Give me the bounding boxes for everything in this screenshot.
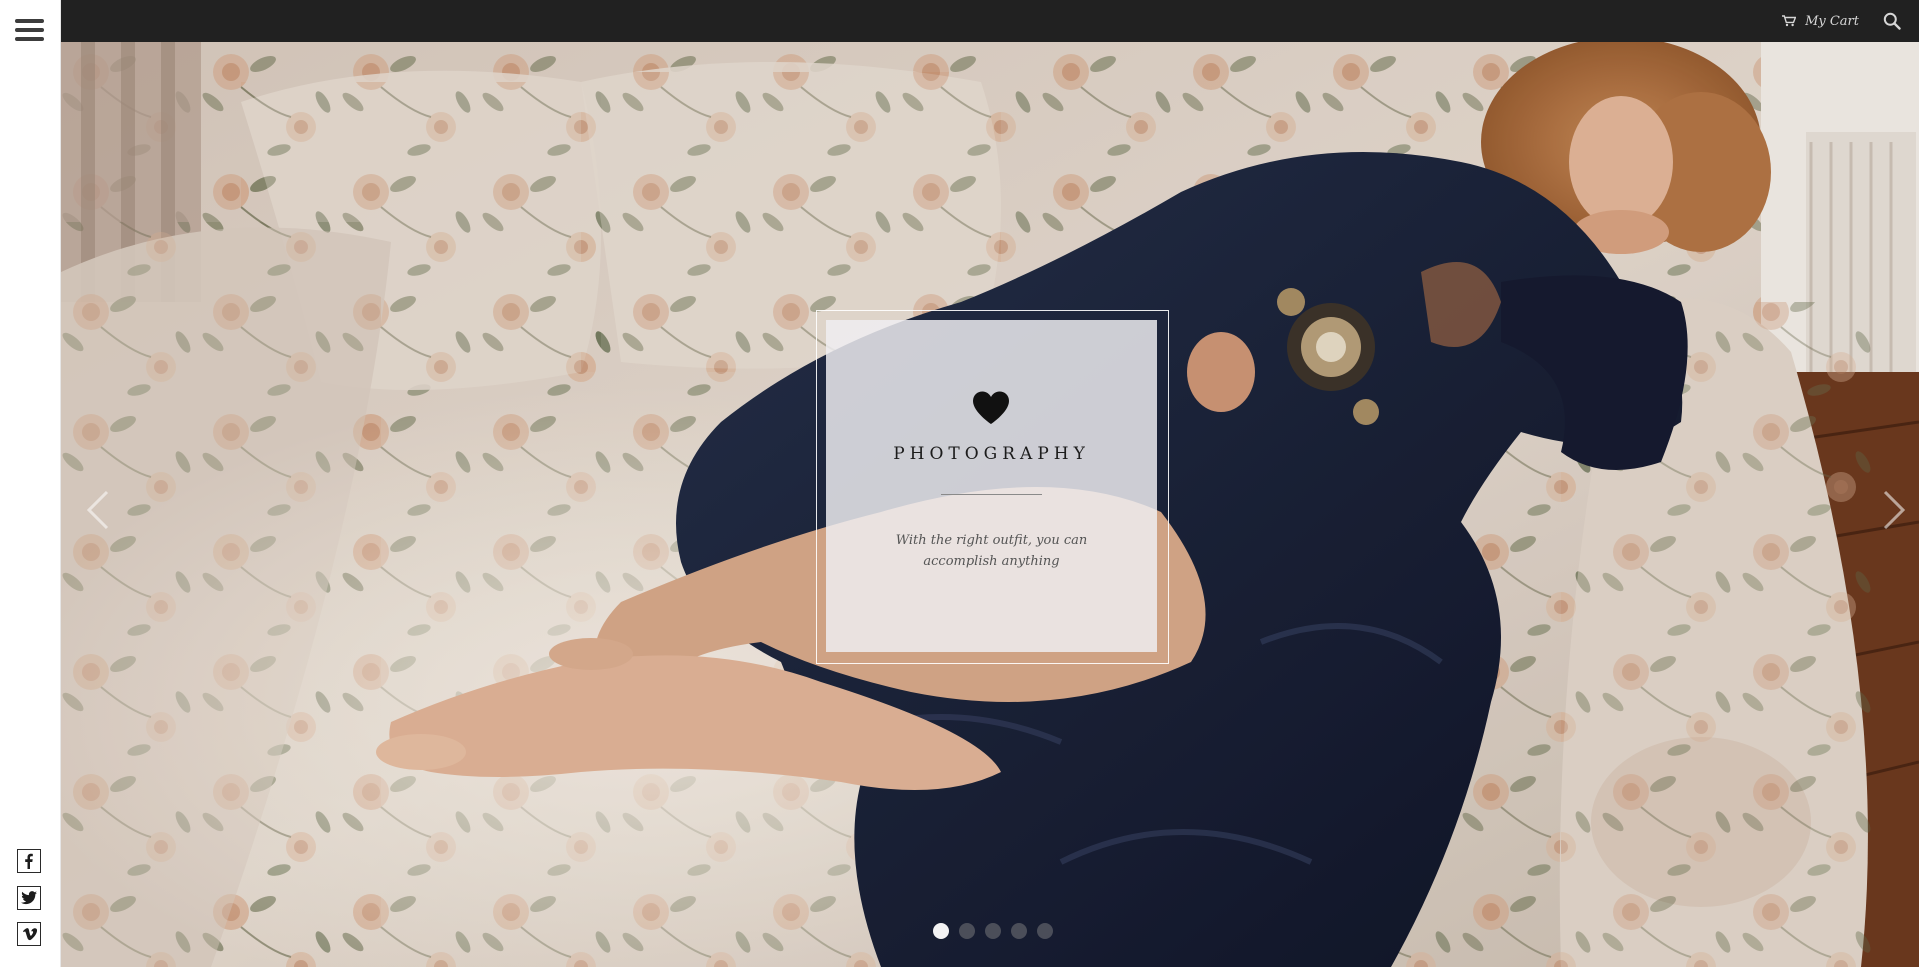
hero-slider: PHOTOGRAPHY With the right outfit, you c…	[61, 42, 1919, 967]
menu-icon[interactable]	[15, 19, 44, 41]
chevron-left-icon[interactable]	[83, 488, 113, 532]
slide-dot-1[interactable]	[933, 923, 949, 939]
slide-dot-2[interactable]	[959, 923, 975, 939]
cart-label: My Cart	[1805, 13, 1859, 29]
slider-pagination	[933, 923, 1053, 939]
twitter-icon[interactable]	[17, 886, 41, 910]
vimeo-icon[interactable]	[17, 922, 41, 946]
slide-dot-4[interactable]	[1011, 923, 1027, 939]
heart-icon	[973, 391, 1009, 424]
chevron-right-icon[interactable]	[1879, 488, 1909, 532]
slide-title: PHOTOGRAPHY	[893, 444, 1090, 464]
slide-caption: With the right outfit, you can accomplis…	[895, 533, 1088, 569]
slide-caption-card: PHOTOGRAPHY With the right outfit, you c…	[826, 320, 1157, 652]
facebook-icon[interactable]	[17, 849, 41, 873]
slide-dot-3[interactable]	[985, 923, 1001, 939]
cart-icon	[1782, 15, 1797, 27]
top-bar: My Cart	[61, 0, 1919, 42]
left-sidebar	[0, 0, 61, 967]
my-cart-link[interactable]: My Cart	[1782, 0, 1859, 42]
title-divider	[941, 494, 1042, 495]
slide-dot-5[interactable]	[1037, 923, 1053, 939]
search-icon[interactable]	[1883, 12, 1901, 30]
